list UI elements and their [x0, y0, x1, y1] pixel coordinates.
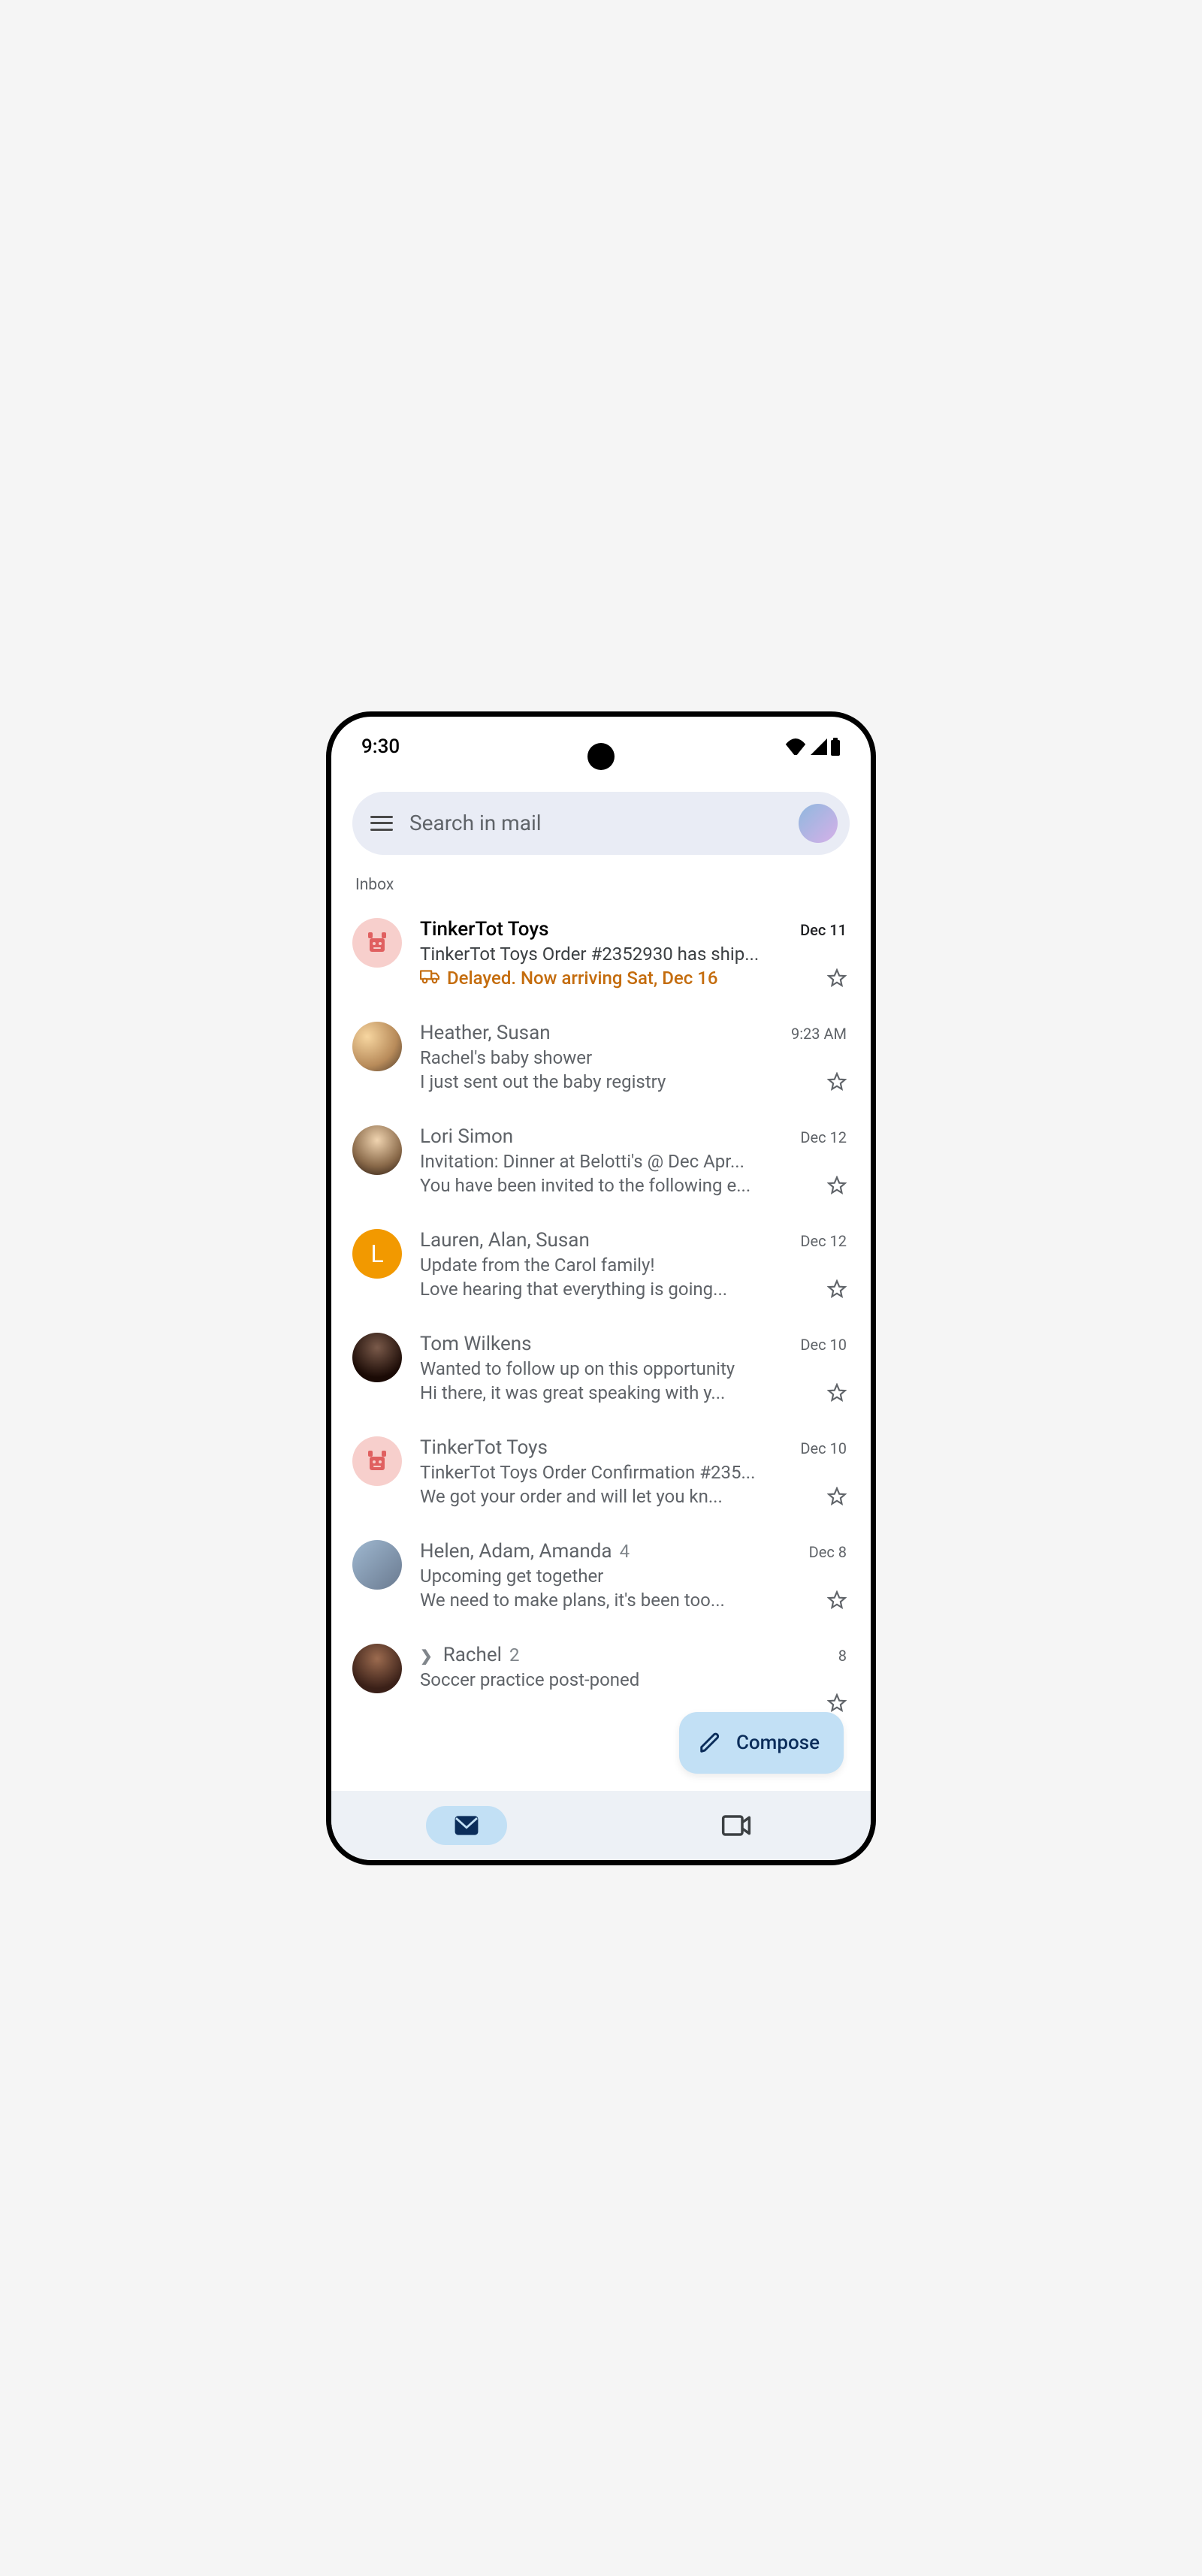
pencil-icon — [699, 1732, 721, 1754]
email-snippet: Love hearing that everything is going... — [420, 1279, 820, 1300]
email-date: Dec 8 — [809, 1543, 847, 1561]
phone-frame: 9:30 Search in mail Inbox TinkerTot Toys… — [326, 711, 876, 1865]
sender-name: Helen, Adam, Amanda4 — [420, 1540, 630, 1563]
star-icon[interactable] — [827, 1487, 847, 1506]
sender-avatar[interactable] — [352, 1540, 402, 1590]
sender-name: Lori Simon — [420, 1125, 513, 1148]
sender-name: TinkerTot Toys — [420, 1436, 548, 1459]
tab-mail[interactable] — [331, 1806, 601, 1845]
sender-name: Tom Wilkens — [420, 1333, 532, 1355]
star-icon[interactable] — [827, 1279, 847, 1299]
sender-avatar[interactable] — [352, 1125, 402, 1175]
wifi-icon — [785, 738, 806, 755]
email-subject: Update from the Carol family! — [420, 1255, 847, 1276]
email-snippet: I just sent out the baby registry — [420, 1071, 820, 1092]
star-icon[interactable] — [827, 1693, 847, 1713]
sender-avatar[interactable] — [352, 1644, 402, 1693]
delivery-delay-notice: Delayed. Now arriving Sat, Dec 16 — [420, 968, 718, 989]
menu-icon[interactable] — [370, 816, 393, 831]
sender-avatar[interactable] — [352, 1333, 402, 1382]
email-row[interactable]: TinkerTot Toys Dec 10 TinkerTot Toys Order… — [352, 1420, 850, 1524]
star-icon[interactable] — [827, 1590, 847, 1610]
email-subject: Wanted to follow up on this opportunity — [420, 1358, 847, 1379]
email-date: Dec 10 — [800, 1336, 847, 1354]
email-subject: Invitation: Dinner at Belotti's @ Dec Ap… — [420, 1151, 847, 1172]
email-snippet: We got your order and will let you kn... — [420, 1486, 820, 1507]
battery-icon — [830, 738, 841, 756]
sender-avatar[interactable] — [352, 918, 402, 968]
email-subject: Rachel's baby shower — [420, 1047, 847, 1068]
mail-icon — [454, 1815, 479, 1836]
email-snippet: We need to make plans, it's been too... — [420, 1590, 820, 1611]
star-icon[interactable] — [827, 1072, 847, 1092]
email-row[interactable]: Lori Simon Dec 12 Invitation: Dinner at Be… — [352, 1109, 850, 1213]
sender-name: Lauren, Alan, Susan — [420, 1229, 590, 1252]
email-row[interactable]: Helen, Adam, Amanda4 Dec 8 Upcoming get to… — [352, 1524, 850, 1627]
search-placeholder: Search in mail — [409, 811, 782, 835]
email-row[interactable]: L Lauren, Alan, Susan Dec 12 Update from th… — [352, 1213, 850, 1316]
camera-cutout — [587, 743, 615, 770]
search-bar[interactable]: Search in mail — [352, 792, 850, 855]
email-date: Dec 12 — [800, 1128, 847, 1146]
tab-meet[interactable] — [601, 1806, 871, 1845]
email-row[interactable]: Tom Wilkens Dec 10 Wanted to follow up on … — [352, 1316, 850, 1420]
sender-avatar[interactable]: L — [352, 1229, 402, 1279]
email-row[interactable]: TinkerTot Toys Dec 11 TinkerTot Toys Order… — [352, 901, 850, 1005]
email-list: TinkerTot Toys Dec 11 TinkerTot Toys Order… — [352, 901, 850, 1729]
star-icon[interactable] — [827, 1383, 847, 1403]
reply-indicator-icon: ❯ — [420, 1647, 433, 1665]
status-time: 9:30 — [361, 735, 400, 758]
section-label: Inbox — [355, 876, 850, 894]
sender-avatar[interactable] — [352, 1022, 402, 1071]
email-snippet: Hi there, it was great speaking with y..… — [420, 1382, 820, 1403]
sender-name: TinkerTot Toys — [420, 918, 548, 941]
email-snippet: You have been invited to the following e… — [420, 1175, 820, 1196]
email-date: Dec 10 — [800, 1439, 847, 1457]
profile-avatar[interactable] — [799, 804, 838, 843]
email-subject: Upcoming get together — [420, 1566, 847, 1587]
video-icon — [721, 1814, 751, 1837]
star-icon[interactable] — [827, 968, 847, 988]
sender-avatar[interactable] — [352, 1436, 402, 1486]
email-row[interactable]: Heather, Susan 9:23 AM Rachel's baby showe… — [352, 1005, 850, 1109]
compose-button[interactable]: Compose — [679, 1712, 844, 1774]
email-date: 9:23 AM — [791, 1025, 847, 1043]
thread-count: 2 — [509, 1644, 520, 1665]
compose-label: Compose — [736, 1732, 820, 1754]
sender-name: Heather, Susan — [420, 1022, 551, 1044]
star-icon[interactable] — [827, 1176, 847, 1195]
bottom-nav — [331, 1791, 871, 1860]
email-date: 8 — [838, 1647, 847, 1665]
email-subject: TinkerTot Toys Order #2352930 has ship..… — [420, 944, 847, 965]
truck-icon — [420, 968, 439, 989]
email-subject: TinkerTot Toys Order Confirmation #235..… — [420, 1462, 847, 1483]
sender-name: ❯Rachel2 — [420, 1644, 519, 1666]
email-date: Dec 11 — [800, 921, 847, 939]
email-date: Dec 12 — [800, 1232, 847, 1250]
email-subject: Soccer practice post-poned — [420, 1669, 847, 1690]
cellular-icon — [809, 738, 827, 755]
thread-count: 4 — [620, 1541, 630, 1562]
